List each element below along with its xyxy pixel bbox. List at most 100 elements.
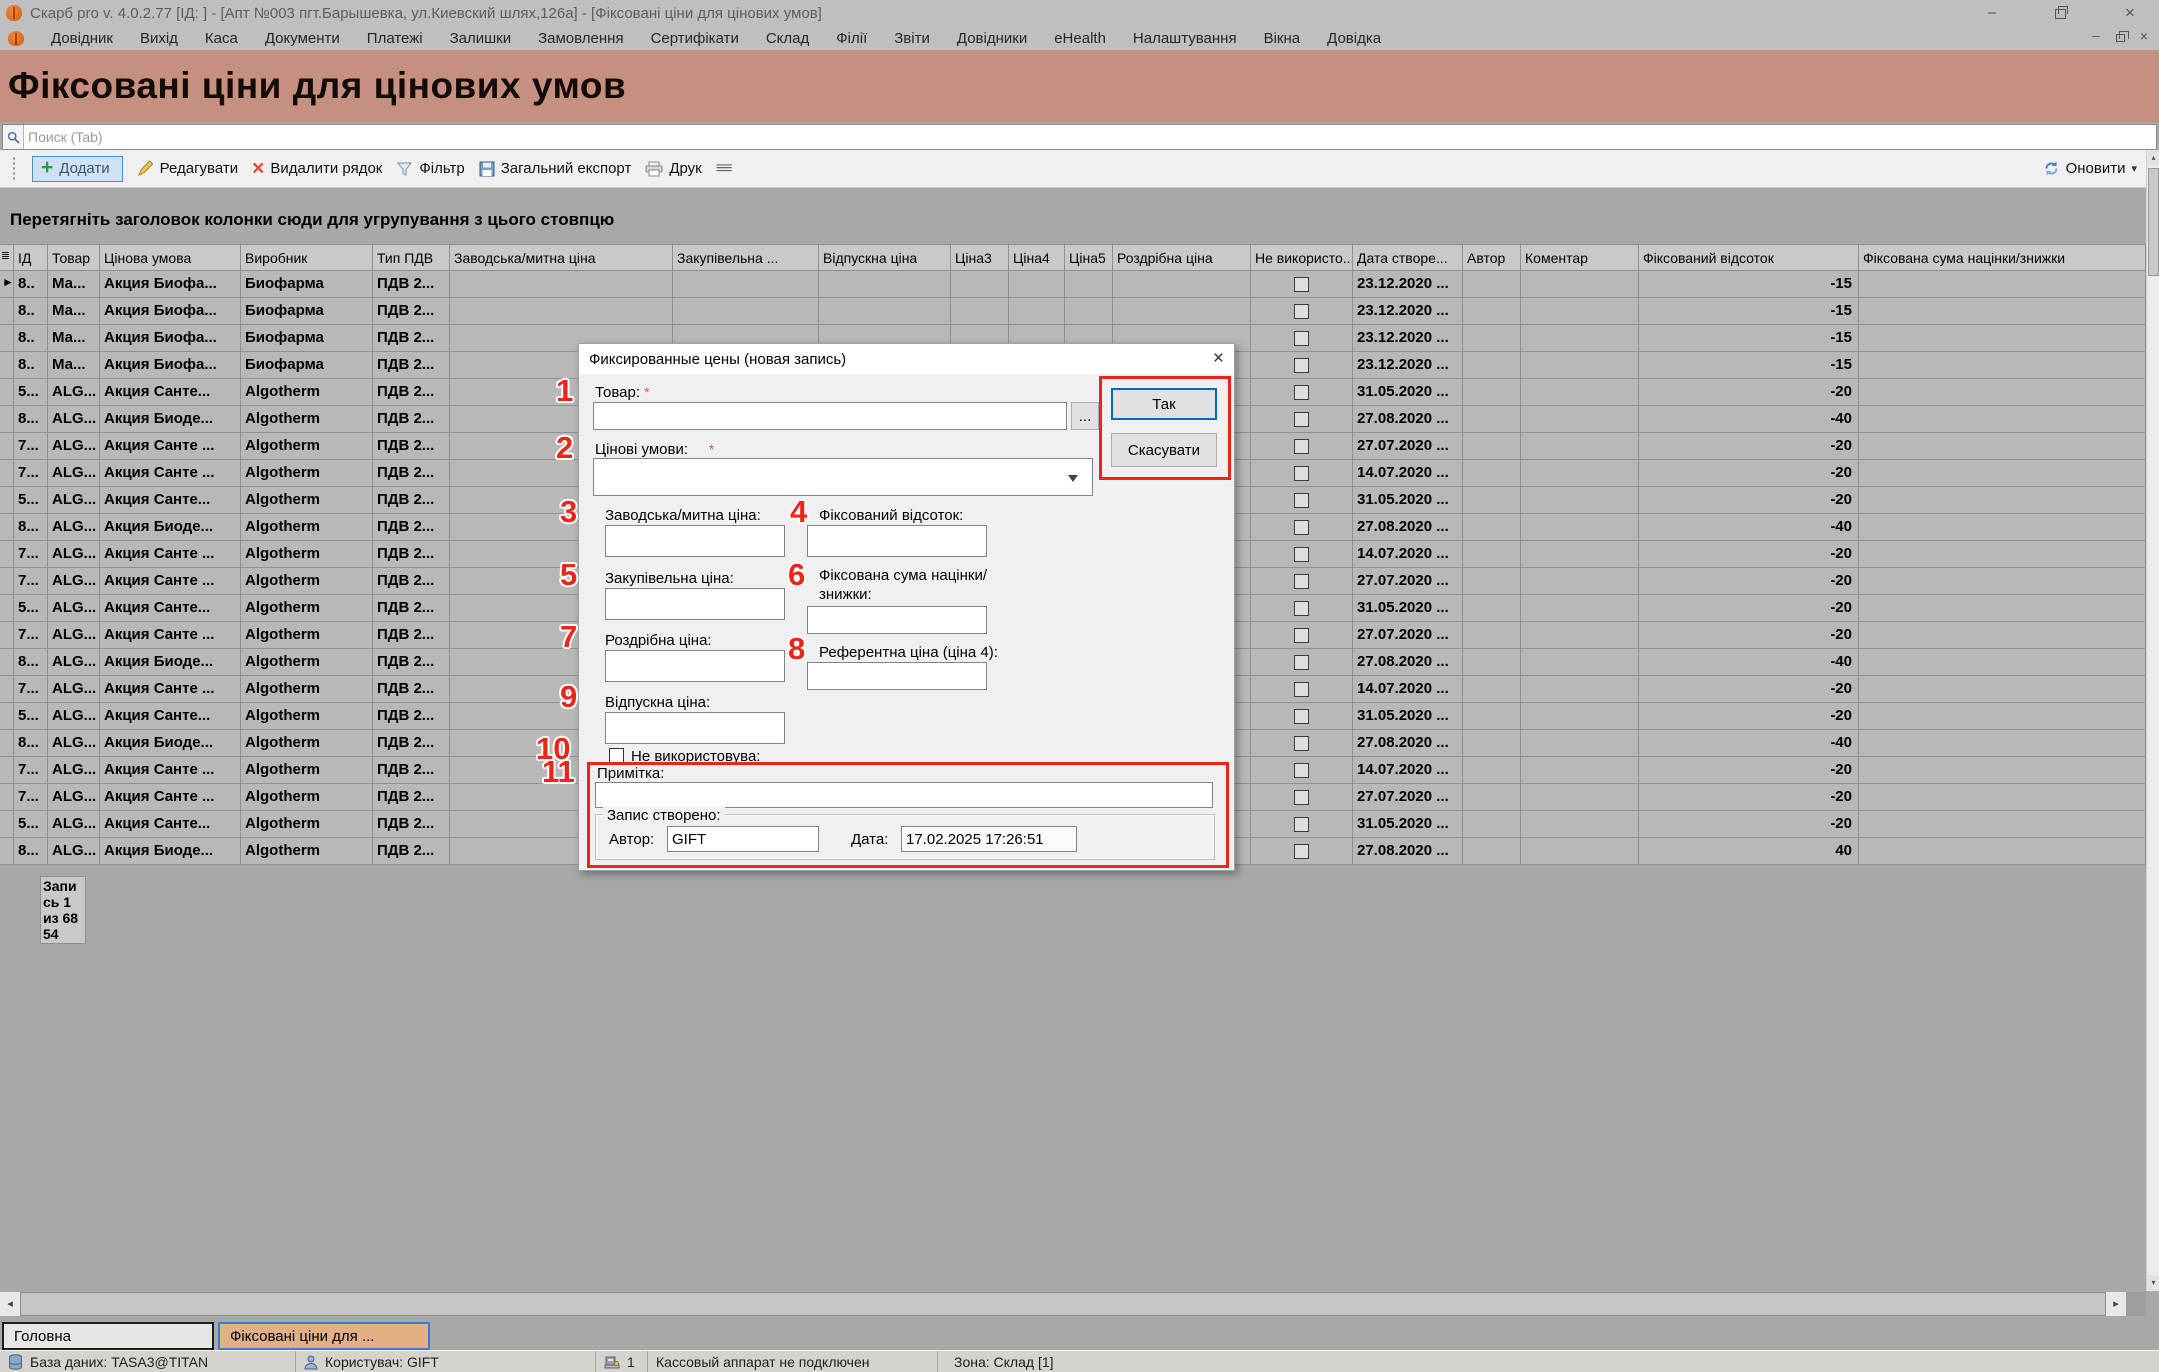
note-input[interactable]	[595, 782, 1213, 808]
purchase-price-input[interactable]	[605, 588, 785, 620]
release-price-input[interactable]	[605, 712, 785, 744]
column-header[interactable]: Не використо...	[1251, 244, 1353, 271]
print-button[interactable]: Друк	[645, 160, 701, 177]
row-checkbox[interactable]	[1294, 493, 1309, 508]
column-header[interactable]: Ціна4	[1009, 244, 1065, 271]
tab-home[interactable]: Головна	[2, 1322, 214, 1350]
row-checkbox[interactable]	[1294, 628, 1309, 643]
row-checkbox[interactable]	[1294, 844, 1309, 859]
factory-price-input[interactable]	[605, 525, 785, 557]
mdi-minimize-button[interactable]: –	[2085, 26, 2107, 46]
row-checkbox[interactable]	[1294, 817, 1309, 832]
menu-item-2[interactable]: Вихід	[140, 30, 178, 47]
search-input[interactable]	[24, 128, 2156, 146]
menu-item-4[interactable]: Документи	[265, 30, 340, 47]
column-header[interactable]: Автор	[1463, 244, 1521, 271]
row-checkbox[interactable]	[1294, 547, 1309, 562]
cancel-button[interactable]: Скасувати	[1111, 433, 1217, 467]
menu-item-11[interactable]: Звіти	[894, 30, 930, 47]
row-checkbox[interactable]	[1294, 358, 1309, 373]
column-header[interactable]: ІД	[14, 244, 48, 271]
product-lookup-button[interactable]: ...	[1071, 402, 1099, 430]
menu-item-5[interactable]: Платежі	[367, 30, 423, 47]
scroll-up-icon[interactable]: ▴	[2147, 150, 2159, 166]
column-header[interactable]: Цінова умова	[100, 244, 241, 271]
menu-item-10[interactable]: Філії	[836, 30, 867, 47]
menu-item-3[interactable]: Каса	[205, 30, 238, 47]
dialog-title-bar[interactable]: Фиксированные цены (новая запись) ×	[579, 344, 1234, 374]
ok-button[interactable]: Так	[1111, 388, 1217, 420]
table-row[interactable]: 8..Ма...Акция Биофа...БиофармаПДВ 2...23…	[0, 298, 2146, 325]
retail-price-input[interactable]	[605, 650, 785, 682]
mdi-close-button[interactable]: ×	[2133, 26, 2155, 46]
row-checkbox[interactable]	[1294, 520, 1309, 535]
price-terms-select[interactable]	[593, 458, 1093, 496]
row-checkbox[interactable]	[1294, 790, 1309, 805]
column-header[interactable]: Дата створе...	[1353, 244, 1463, 271]
row-checkbox[interactable]	[1294, 601, 1309, 616]
not-used-checkbox[interactable]	[609, 748, 624, 763]
menu-item-13[interactable]: eHealth	[1054, 30, 1106, 47]
horizontal-scrollbar[interactable]: ◂ ▸	[0, 1292, 2146, 1316]
dialog-close-icon[interactable]: ×	[1213, 350, 1224, 368]
restore-button[interactable]	[2043, 2, 2077, 24]
filter-button[interactable]: Фільтр	[396, 160, 464, 177]
column-header[interactable]: Товар	[48, 244, 100, 271]
vertical-scroll-thumb[interactable]	[2148, 168, 2159, 276]
column-header[interactable]: Виробник	[241, 244, 373, 271]
tab-fixed-prices[interactable]: Фіксовані ціни для ...	[218, 1322, 430, 1350]
row-checkbox[interactable]	[1294, 466, 1309, 481]
menu-item-6[interactable]: Залишки	[450, 30, 512, 47]
menu-item-16[interactable]: Довідка	[1327, 30, 1381, 47]
menu-item-12[interactable]: Довідники	[957, 30, 1027, 47]
refresh-button[interactable]: Оновити ▾	[2043, 160, 2137, 177]
toolbar-grip-handle[interactable]	[12, 156, 16, 182]
row-checkbox[interactable]	[1294, 736, 1309, 751]
column-header[interactable]: Роздрібна ціна	[1113, 244, 1251, 271]
menu-item-14[interactable]: Налаштування	[1133, 30, 1237, 47]
delete-row-button[interactable]: × Видалити рядок	[252, 160, 382, 177]
row-checkbox[interactable]	[1294, 763, 1309, 778]
column-header[interactable]: Тип ПДВ	[373, 244, 450, 271]
row-checkbox[interactable]	[1294, 277, 1309, 292]
export-button[interactable]: Загальний експорт	[479, 160, 632, 177]
row-checkbox[interactable]	[1294, 655, 1309, 670]
scroll-left-icon[interactable]: ◂	[0, 1292, 20, 1316]
fixed-percent-input[interactable]	[807, 525, 987, 557]
row-checkbox[interactable]	[1294, 304, 1309, 319]
column-header[interactable]: Фіксована сума націнки/знижки	[1859, 244, 2146, 271]
menu-item-8[interactable]: Сертифікати	[651, 30, 739, 47]
minimize-button[interactable]: –	[1975, 2, 2009, 24]
row-checkbox[interactable]	[1294, 709, 1309, 724]
created-date-input[interactable]	[901, 826, 1077, 852]
scroll-right-icon[interactable]: ▸	[2106, 1292, 2126, 1316]
menu-item-15[interactable]: Вікна	[1264, 30, 1301, 47]
column-header[interactable]: Ціна5	[1065, 244, 1113, 271]
refresh-dropdown-caret-icon[interactable]: ▾	[2131, 162, 2137, 175]
edit-button[interactable]: Редагувати	[137, 160, 239, 177]
reference-price-input[interactable]	[807, 662, 987, 690]
column-header[interactable]: Закупівельна ...	[673, 244, 819, 271]
add-button[interactable]: + Додати	[32, 156, 123, 182]
mdi-restore-button[interactable]	[2109, 26, 2131, 46]
column-header[interactable]: Ціна3	[951, 244, 1009, 271]
column-chooser-icon[interactable]: ≡≡	[716, 160, 731, 178]
close-button[interactable]: ×	[2113, 2, 2147, 24]
row-checkbox[interactable]	[1294, 439, 1309, 454]
scroll-down-icon[interactable]: ▾	[2147, 1275, 2159, 1291]
row-checkbox[interactable]	[1294, 385, 1309, 400]
column-header[interactable]: Заводська/митна ціна	[450, 244, 673, 271]
vertical-scrollbar[interactable]: ▴ ▾	[2146, 150, 2159, 1291]
row-checkbox[interactable]	[1294, 682, 1309, 697]
row-checkbox[interactable]	[1294, 412, 1309, 427]
menu-item-1[interactable]: Довідник	[51, 30, 113, 47]
fixed-sum-input[interactable]	[807, 606, 987, 634]
column-header[interactable]: Коментар	[1521, 244, 1639, 271]
row-checkbox[interactable]	[1294, 331, 1309, 346]
column-header[interactable]: Відпускна ціна	[819, 244, 951, 271]
product-input[interactable]	[593, 402, 1067, 430]
row-checkbox[interactable]	[1294, 574, 1309, 589]
menu-item-9[interactable]: Склад	[766, 30, 809, 47]
author-input[interactable]	[667, 826, 819, 852]
column-header[interactable]: Фіксований відсоток	[1639, 244, 1859, 271]
